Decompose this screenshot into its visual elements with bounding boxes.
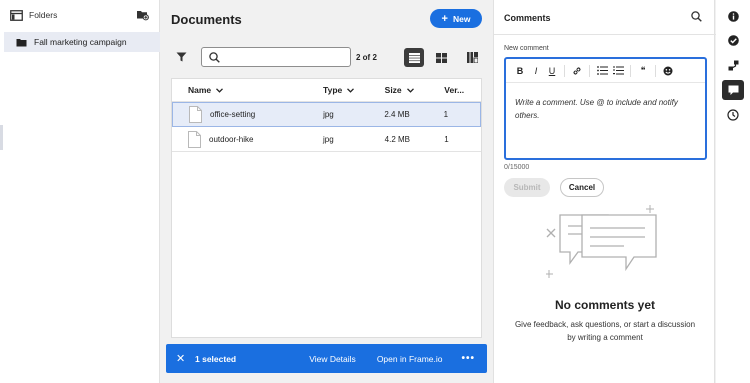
workflow-button[interactable]	[722, 55, 744, 75]
history-button[interactable]	[722, 105, 744, 125]
file-icon	[188, 130, 201, 148]
comment-icon	[728, 85, 739, 96]
column-header-name[interactable]: Name	[172, 85, 307, 95]
empty-state-title: No comments yet	[554, 298, 656, 312]
column-view-icon	[466, 52, 478, 63]
chevron-down-icon	[216, 87, 224, 93]
comment-placeholder: Write a comment. Use @ to include and no…	[515, 98, 678, 120]
info-button[interactable]	[722, 6, 744, 26]
emoji-icon[interactable]	[660, 66, 676, 76]
comments-button[interactable]	[722, 80, 744, 100]
column-header-size[interactable]: Size	[369, 85, 431, 95]
toolbar-divider	[630, 64, 631, 77]
file-version: 1	[443, 110, 449, 119]
resize-handle[interactable]	[0, 125, 3, 150]
table-header: Name Type Size Ver...	[172, 79, 481, 102]
folder-icon	[16, 38, 27, 47]
bullet-list-icon[interactable]	[594, 66, 610, 75]
chevron-down-icon	[347, 87, 355, 93]
documents-table: Name Type Size Ver... office-setting jpg…	[171, 78, 482, 338]
file-type: jpg	[323, 134, 334, 144]
italic-button[interactable]: I	[528, 66, 544, 76]
quote-icon[interactable]: ❝	[635, 65, 651, 76]
editor-toolbar: B I U ❝	[506, 59, 705, 83]
plus-icon: +	[441, 12, 448, 25]
info-icon	[727, 10, 739, 22]
toolbar-divider	[655, 64, 656, 77]
filter-icon[interactable]	[176, 52, 187, 62]
folders-header: Folders	[0, 0, 159, 30]
search-icon	[209, 52, 220, 63]
numbered-list-icon[interactable]	[610, 66, 626, 75]
chevron-down-icon	[406, 87, 414, 93]
file-type: jpg	[323, 110, 334, 119]
new-button[interactable]: + New	[430, 9, 482, 28]
toolbar-divider	[589, 64, 590, 77]
list-view-icon	[408, 52, 420, 63]
empty-state-description: Give feedback, ask questions, or start a…	[514, 320, 696, 342]
submit-button[interactable]: Submit	[504, 178, 550, 197]
link-icon[interactable]	[569, 66, 585, 76]
documents-panel: Documents + New 2 of 2 Name Type Size Ve…	[161, 0, 492, 383]
new-comment-label: New comment	[504, 45, 549, 52]
file-name: office-setting	[210, 110, 256, 119]
search-input[interactable]	[224, 50, 344, 64]
file-size: 4.2 MB	[384, 134, 410, 144]
checkmark-circle-icon	[727, 34, 739, 46]
comments-header: Comments	[494, 0, 716, 35]
column-view-button[interactable]	[462, 48, 482, 67]
underline-button[interactable]: U	[544, 66, 560, 76]
sidebar-toggle-icon[interactable]	[10, 9, 23, 21]
file-icon	[189, 106, 202, 123]
comments-title: Comments	[504, 13, 551, 23]
character-count: 0/15000	[504, 164, 530, 171]
file-version: 1	[444, 134, 449, 144]
column-header-version[interactable]: Ver...	[430, 85, 481, 95]
review-button[interactable]	[722, 30, 744, 50]
workflow-icon	[728, 60, 739, 71]
search-field[interactable]	[201, 47, 351, 67]
results-count: 2 of 2	[356, 53, 377, 62]
right-rail	[716, 0, 750, 383]
folders-title: Folders	[29, 10, 58, 20]
list-view-button[interactable]	[404, 48, 424, 67]
toolbar-divider	[564, 64, 565, 77]
folder-item-fall-marketing-campaign[interactable]: Fall marketing campaign	[4, 32, 160, 52]
selection-action-bar: ✕ 1 selected View Details Open in Frame.…	[166, 344, 487, 373]
selection-count: 1 selected	[195, 353, 237, 364]
file-size: 2.4 MB	[384, 110, 410, 119]
file-name: outdoor-hike	[209, 134, 254, 144]
bold-button[interactable]: B	[512, 66, 528, 76]
history-icon	[727, 109, 739, 121]
more-actions-icon[interactable]: •••	[461, 353, 475, 364]
table-row[interactable]: outdoor-hike jpg 4.2 MB 1	[172, 127, 481, 152]
grid-view-icon	[435, 52, 447, 63]
column-header-type[interactable]: Type	[307, 85, 369, 95]
grid-view-button[interactable]	[431, 48, 451, 67]
comments-panel: Comments New comment B I U ❝ Write a com…	[493, 0, 716, 383]
table-row[interactable]: office-setting jpg 2.4 MB 1	[172, 102, 481, 127]
folder-item-label: Fall marketing campaign	[34, 37, 127, 47]
new-folder-icon[interactable]	[136, 9, 149, 21]
comment-editor[interactable]: B I U ❝ Write a comment. Use @ to includ…	[504, 57, 707, 160]
page-title: Documents	[171, 12, 242, 27]
open-in-frameio-button[interactable]: Open in Frame.io	[377, 354, 443, 364]
folders-panel: Folders Fall marketing campaign	[0, 0, 160, 383]
empty-comments-illustration	[546, 205, 664, 283]
search-icon[interactable]	[691, 11, 702, 22]
new-button-label: New	[452, 13, 471, 24]
close-icon[interactable]: ✕	[176, 352, 188, 365]
view-details-button[interactable]: View Details	[309, 354, 356, 364]
cancel-button[interactable]: Cancel	[560, 178, 604, 197]
